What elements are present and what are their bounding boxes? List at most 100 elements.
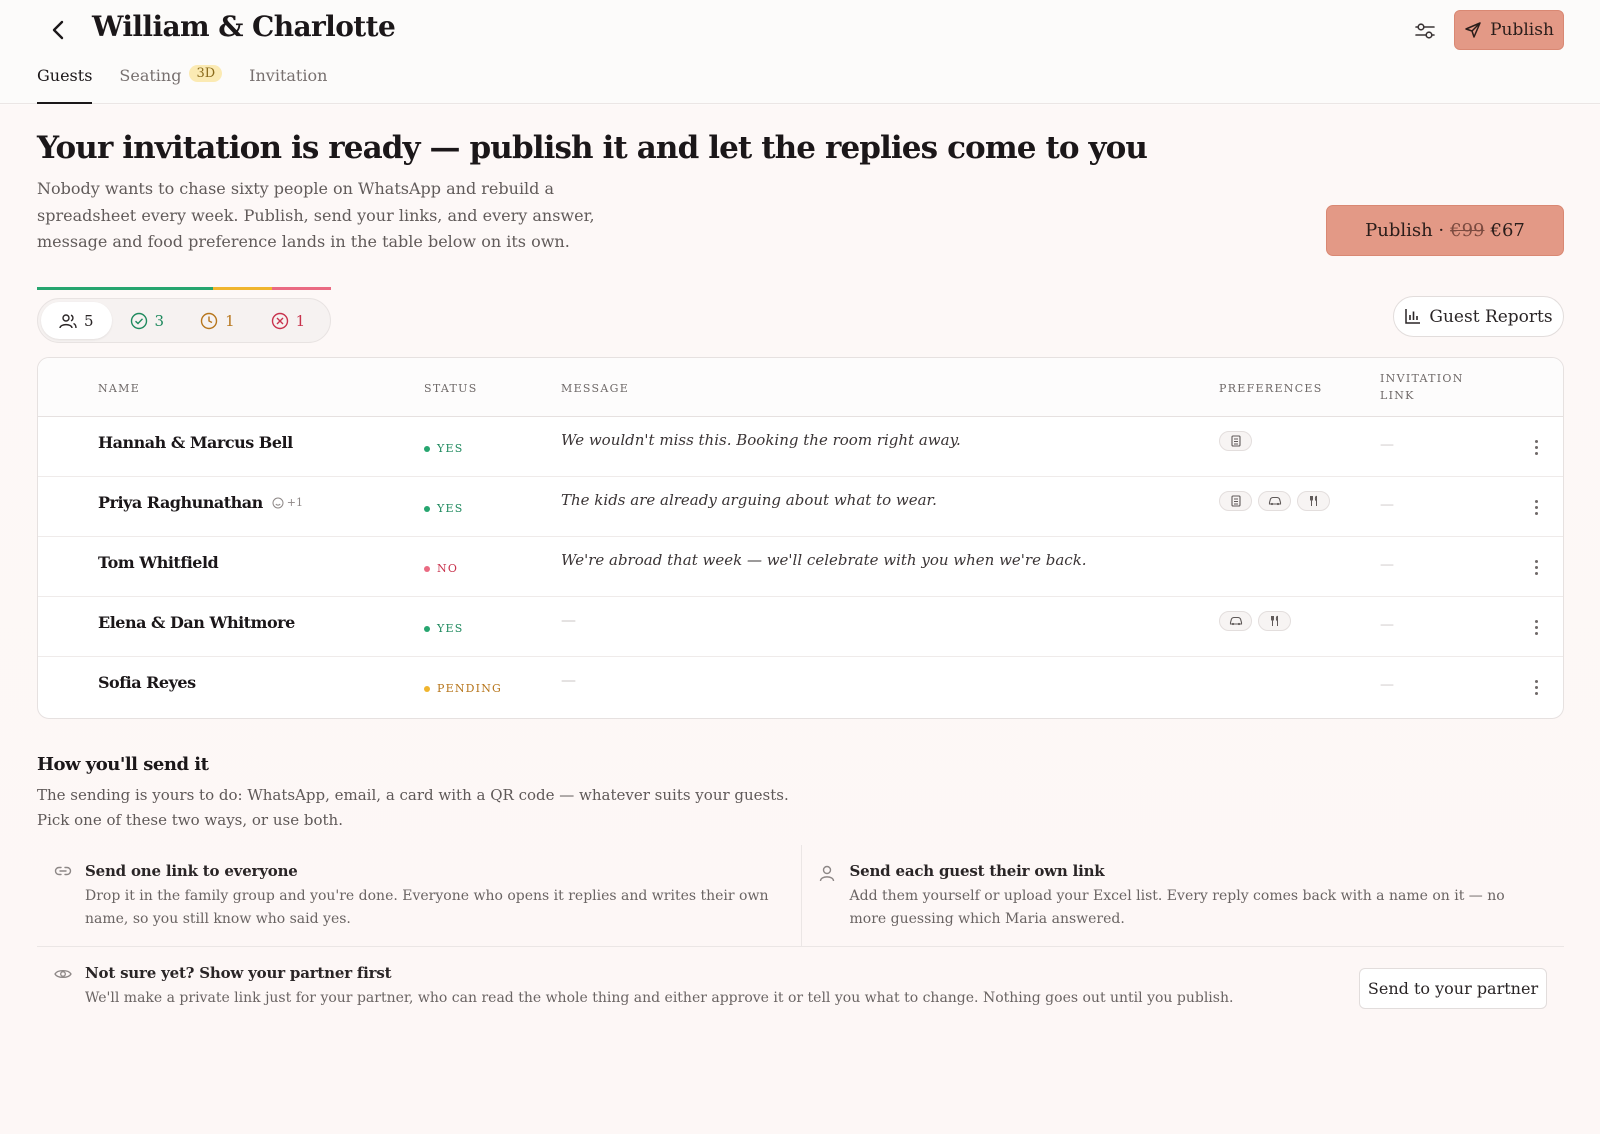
row-more-button[interactable] — [1526, 676, 1546, 698]
filter-no[interactable]: 1 — [253, 302, 324, 339]
tab-invitation[interactable]: Invitation — [249, 62, 327, 104]
partner-description: We'll make a private link just for your … — [85, 990, 1234, 1006]
table-row[interactable]: Sofia Reyes PENDING — — — [38, 657, 1563, 717]
invitation-link-cell: — — [1380, 677, 1394, 693]
tab-bar: Guests Seating 3D Invitation — [37, 62, 327, 104]
header-invitation-line2: LINK — [1380, 389, 1415, 402]
publish-button[interactable]: Publish — [1454, 10, 1564, 50]
status-dot — [424, 565, 430, 572]
chevron-left-icon — [52, 20, 64, 40]
invitation-link-cell: — — [1380, 497, 1394, 513]
cutlery-icon — [1258, 611, 1291, 631]
guest-reports-label: Guest Reports — [1429, 306, 1553, 327]
settings-button[interactable] — [1410, 16, 1440, 46]
users-icon — [59, 313, 77, 328]
partner-preview: Not sure yet? Show your partner first We… — [37, 947, 1564, 1024]
filter-all[interactable]: 5 — [41, 302, 112, 339]
progress-no — [272, 287, 331, 290]
tab-invitation-label: Invitation — [249, 66, 328, 85]
back-button[interactable] — [44, 14, 74, 46]
guest-table: NAME STATUS MESSAGE PREFERENCES INVITATI… — [37, 357, 1564, 719]
filter-pending[interactable]: 1 — [182, 302, 253, 339]
count-yes: 3 — [154, 311, 165, 330]
status-badge: NO — [424, 562, 458, 575]
header-preferences: PREFERENCES — [1219, 382, 1323, 395]
publish-label: Publish — [1490, 20, 1554, 40]
status-label: PENDING — [437, 682, 503, 695]
rsvp-progress-bar — [37, 287, 331, 290]
section-description: The sending is yours to do: WhatsApp, em… — [37, 786, 789, 829]
guest-name: Hannah & Marcus Bell — [98, 433, 293, 452]
cutlery-icon — [1297, 491, 1330, 511]
guest-name: Tom Whitfield — [98, 553, 219, 572]
status-badge: YES — [424, 442, 463, 455]
more-vertical-icon — [1534, 619, 1538, 623]
hero-title: Your invitation is ready — publish it an… — [37, 130, 1148, 166]
header-invitation-link: INVITATION LINK — [1380, 370, 1464, 404]
invitation-link-cell: — — [1380, 437, 1394, 453]
count-no: 1 — [295, 311, 306, 330]
guest-reports-button[interactable]: Guest Reports — [1393, 296, 1564, 337]
send-icon — [1465, 22, 1481, 38]
hotel-icon — [1219, 431, 1252, 451]
send-to-partner-button[interactable]: Send to your partner — [1359, 968, 1547, 1009]
guest-name-cell: Sofia Reyes — [98, 673, 196, 692]
invitation-link-cell: — — [1380, 617, 1394, 633]
guest-name-cell: Hannah & Marcus Bell — [98, 433, 293, 452]
car-icon — [1219, 611, 1252, 631]
publish-price-label: Publish · — [1365, 220, 1445, 241]
x-circle-icon — [271, 312, 288, 329]
guest-name-cell: Tom Whitfield — [98, 553, 219, 572]
clock-icon — [200, 312, 218, 329]
guest-message: — — [561, 671, 576, 689]
option-description: Add them yourself or upload your Excel l… — [849, 888, 1505, 927]
guest-name: Priya Raghunathan — [98, 493, 263, 512]
plus-one-badge: +1 — [272, 496, 303, 509]
user-icon — [819, 865, 834, 882]
count-total: 5 — [84, 311, 94, 330]
guest-name: Elena & Dan Whitmore — [98, 613, 295, 632]
publish-price-button[interactable]: Publish · €99 €67 — [1326, 205, 1564, 256]
header-message: MESSAGE — [561, 382, 630, 395]
status-badge: YES — [424, 622, 463, 635]
row-more-button[interactable] — [1526, 556, 1546, 578]
preferences-cell — [1219, 431, 1252, 451]
table-row[interactable]: Tom Whitfield NO We're abroad that week … — [38, 537, 1563, 597]
row-more-button[interactable] — [1526, 496, 1546, 518]
badge-3d: 3D — [189, 65, 223, 82]
filter-yes[interactable]: 3 — [112, 302, 183, 339]
tab-seating[interactable]: Seating 3D — [119, 62, 223, 104]
status-dot — [424, 505, 430, 512]
count-pending: 1 — [225, 311, 235, 330]
status-dot — [424, 625, 430, 632]
old-price: €99 — [1450, 220, 1485, 241]
status-filter-group: 5 3 1 1 — [37, 298, 331, 343]
guest-name: Sofia Reyes — [98, 673, 196, 692]
section-title: How you'll send it — [37, 754, 209, 775]
page-title: William & Charlotte — [92, 10, 396, 43]
invitation-link-cell: — — [1380, 557, 1394, 573]
status-label: YES — [437, 502, 464, 515]
preferences-cell — [1219, 491, 1330, 511]
guest-message: — — [561, 611, 576, 629]
status-dot — [424, 445, 430, 452]
option-description: Drop it in the family group and you're d… — [85, 888, 769, 927]
table-row[interactable]: Priya Raghunathan +1 YES The kids are al… — [38, 477, 1563, 537]
more-vertical-icon — [1534, 679, 1538, 683]
row-more-button[interactable] — [1526, 616, 1546, 638]
header-name: NAME — [98, 382, 141, 395]
table-row[interactable]: Elena & Dan Whitmore YES — — — [38, 597, 1563, 657]
top-bar: William & Charlotte Publish Guests Seati… — [0, 0, 1600, 104]
table-row[interactable]: Hannah & Marcus Bell YES We wouldn't mis… — [38, 417, 1563, 477]
progress-yes — [37, 287, 214, 290]
bar-chart-icon — [1405, 309, 1421, 324]
option-own-links[interactable]: Send each guest their own link Add them … — [800, 845, 1565, 946]
table-header: NAME STATUS MESSAGE PREFERENCES INVITATI… — [38, 358, 1563, 417]
more-vertical-icon — [1534, 559, 1538, 563]
preferences-cell — [1219, 611, 1291, 631]
row-more-button[interactable] — [1526, 436, 1546, 458]
guest-message: The kids are already arguing about what … — [561, 491, 937, 509]
partner-title: Not sure yet? Show your partner first — [85, 964, 392, 982]
tab-guests[interactable]: Guests — [37, 62, 93, 104]
option-one-link[interactable]: Send one link to everyone Drop it in the… — [37, 845, 801, 946]
